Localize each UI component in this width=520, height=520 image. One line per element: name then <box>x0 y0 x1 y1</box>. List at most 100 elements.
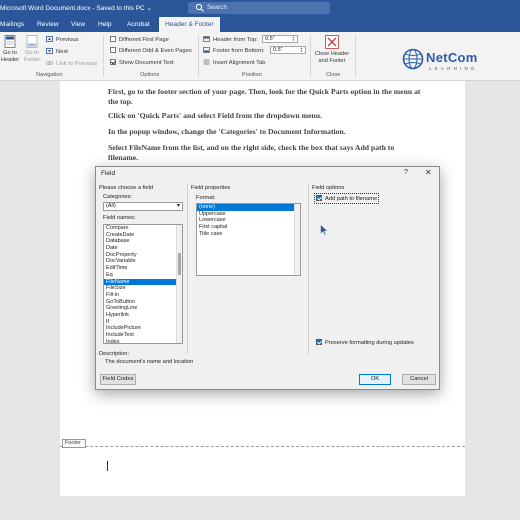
mouse-pointer-icon <box>320 224 328 236</box>
insert-alignment-tab-label: Insert Alignment Tab <box>213 60 266 66</box>
instruction-paragraph: Click on 'Quick Parts' and select Field … <box>108 111 322 120</box>
show-document-text-label: Show Document Text <box>119 60 174 66</box>
field-name-item[interactable]: IncludeText <box>104 332 182 339</box>
close-header-footer-button[interactable]: Close Header and Footer <box>313 35 351 65</box>
field-name-item[interactable]: Eq <box>104 272 182 279</box>
field-names-scrollbar[interactable] <box>176 225 182 343</box>
next-icon <box>46 48 53 54</box>
preserve-formatting-checkbox[interactable]: Preserve formatting during updates <box>316 339 414 346</box>
close-group-label: Close <box>326 72 341 78</box>
group-divider <box>355 35 356 77</box>
format-item[interactable]: Title case <box>197 231 300 238</box>
next-button[interactable]: Next <box>46 48 68 55</box>
field-name-item[interactable]: GoToButton <box>104 299 182 306</box>
field-codes-button[interactable]: Field Codes <box>100 374 136 385</box>
next-label: Next <box>56 49 68 55</box>
footer-separator <box>60 446 465 447</box>
options-group-label: Options <box>140 72 160 78</box>
field-name-item[interactable]: Index <box>104 339 182 343</box>
search-box[interactable]: Search <box>188 2 330 14</box>
tab-header-footer[interactable]: Header & Footer <box>159 17 220 32</box>
go-to-header-button[interactable]: Go to Header <box>0 35 20 64</box>
show-document-text-option[interactable]: Show Document Text <box>110 59 174 66</box>
link-icon <box>46 61 53 65</box>
footer-position-icon <box>203 47 210 53</box>
cancel-button[interactable]: Cancel <box>402 374 436 385</box>
field-name-item[interactable]: If <box>104 319 182 326</box>
field-name-item[interactable]: FileName <box>104 278 182 286</box>
field-name-item[interactable]: Database <box>104 238 182 245</box>
insert-alignment-tab-button[interactable]: Insert Alignment Tab <box>203 59 265 66</box>
format-list[interactable]: (none) Uppercase Lowercase First capital Tit… <box>196 203 301 276</box>
add-path-checkbox[interactable]: Add path to filename <box>313 193 380 204</box>
tab-mailings[interactable]: Mailings <box>0 17 24 32</box>
preserve-formatting-check[interactable] <box>316 339 322 345</box>
format-item[interactable]: Lowercase <box>197 217 300 224</box>
go-to-footer-button[interactable]: Go to Footer <box>21 35 43 64</box>
field-name-item[interactable]: Hyperlink <box>104 312 182 319</box>
field-name-item[interactable]: Date <box>104 245 182 252</box>
format-item[interactable]: (none) <box>197 204 300 211</box>
link-to-previous-button[interactable]: Link to Previous <box>46 60 97 67</box>
instruction-paragraph: First, go to the footer section of your … <box>108 87 421 106</box>
field-name-item[interactable]: DocProperty <box>104 252 182 259</box>
alignment-tab-icon <box>203 59 210 65</box>
search-placeholder: Search <box>207 4 227 11</box>
field-name-item[interactable]: Fill-in <box>104 292 182 299</box>
field-name-item[interactable]: IncludePicture <box>104 325 182 332</box>
close-icon <box>325 35 339 49</box>
add-path-check[interactable] <box>316 195 322 201</box>
ribbon-tabs: Mailings Review View Help Acrobat Header… <box>0 17 520 32</box>
go-to-header-label: Go to Header <box>0 50 20 63</box>
show-document-text-checkbox[interactable] <box>110 59 116 65</box>
description-label: Description: <box>99 351 130 357</box>
tab-review[interactable]: Review <box>37 17 59 32</box>
position-group-label: Position <box>242 72 262 78</box>
format-item[interactable]: First capital <box>197 224 300 231</box>
help-button[interactable]: ? <box>404 169 408 176</box>
search-icon <box>195 3 204 12</box>
navigation-group-label: Navigation <box>36 72 63 78</box>
tab-acrobat[interactable]: Acrobat <box>127 17 150 32</box>
field-name-item[interactable]: CreateDate <box>104 232 182 239</box>
format-item[interactable]: Uppercase <box>197 211 300 218</box>
footer-from-bottom-option: Footer from Bottom: <box>203 47 265 54</box>
text-cursor <box>107 461 108 471</box>
different-odd-even-option[interactable]: Different Odd & Even Pages <box>110 47 192 54</box>
globe-icon <box>402 48 424 70</box>
instruction-paragraph: Select FileName from the list, and on th… <box>108 143 395 162</box>
scrollbar-thumb[interactable] <box>178 253 181 275</box>
field-name-item[interactable]: DocVariable <box>104 258 182 265</box>
format-scrollbar[interactable] <box>294 204 300 275</box>
footer-from-bottom-input[interactable]: 0.5" <box>270 46 306 54</box>
field-options-heading: Field options <box>312 185 345 191</box>
go-to-footer-label: Go to Footer <box>23 50 41 63</box>
previous-label: Previous <box>56 37 79 43</box>
dialog-close-button[interactable]: ✕ <box>425 168 432 177</box>
document-title: Microsoft Word Document.docx - Saved to … <box>0 5 152 12</box>
different-first-page-option[interactable]: Different First Page <box>110 36 169 43</box>
pane-divider <box>308 184 309 354</box>
tab-help[interactable]: Help <box>98 17 112 32</box>
footer-from-bottom-label: Footer from Bottom: <box>213 48 265 54</box>
header-from-top-input[interactable]: 0.5" <box>262 35 298 43</box>
field-name-item[interactable]: GreetingLine <box>104 305 182 312</box>
different-first-page-checkbox[interactable] <box>110 36 116 42</box>
tab-view[interactable]: View <box>71 17 85 32</box>
instruction-paragraph: In the popup window, change the 'Categor… <box>108 127 346 136</box>
description-text: The document's name and location <box>105 359 194 365</box>
previous-button[interactable]: Previous <box>46 36 79 43</box>
field-properties-heading: Field properties <box>191 185 231 191</box>
title-bar: Microsoft Word Document.docx - Saved to … <box>0 0 520 17</box>
group-divider <box>198 35 199 77</box>
categories-dropdown[interactable]: (All) <box>103 202 183 211</box>
ok-button[interactable]: OK <box>359 374 391 385</box>
different-odd-even-checkbox[interactable] <box>110 47 116 53</box>
different-odd-even-label: Different Odd & Even Pages <box>119 48 192 54</box>
choose-field-heading: Please choose a field <box>99 185 154 191</box>
field-name-item[interactable]: FileSize <box>104 285 182 292</box>
field-names-list[interactable]: Compare CreateDate Database Date DocProperty… <box>103 224 183 344</box>
field-name-item[interactable]: Compare <box>104 225 182 232</box>
logo-subtitle: LEARNING <box>429 66 478 71</box>
field-name-item[interactable]: EditTime <box>104 265 182 272</box>
